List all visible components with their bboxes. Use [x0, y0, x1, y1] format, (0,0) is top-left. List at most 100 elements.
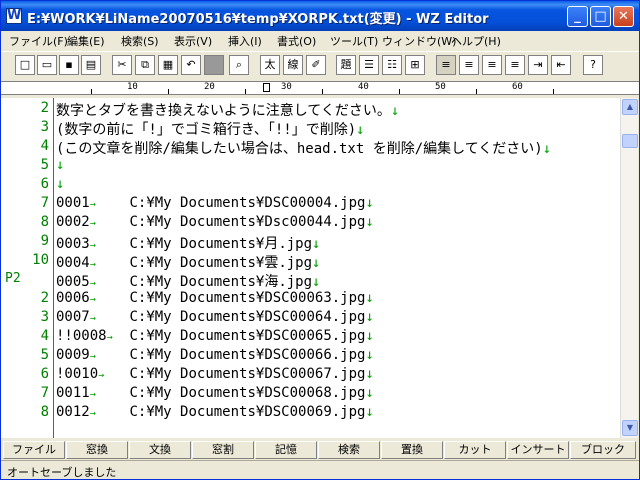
find-icon[interactable]: ⌕ [229, 55, 249, 75]
text-line[interactable]: 6 ↓ [1, 176, 620, 195]
menu-help[interactable]: ヘルプ(H) [451, 33, 501, 49]
ruler-label: 50 [435, 82, 446, 92]
line-content: (数字の前に「!」でゴミ箱行き、「!!」で削除)↓ [56, 119, 365, 139]
scroll-up-icon[interactable]: ▲ [622, 99, 638, 115]
justify-icon[interactable]: ≡ [505, 55, 525, 75]
heading-icon[interactable]: 題 [336, 55, 356, 75]
file-path: C:¥My Documents¥DSC00068.jpg [129, 385, 366, 401]
fkey-cut[interactable]: カット [444, 441, 506, 459]
copy-icon[interactable]: ⧉ [135, 55, 155, 75]
line-content: 0002→ C:¥My Documents¥Dsc00044.jpg↓ [56, 214, 374, 230]
fkey-window-switch[interactable]: 窓換 [66, 441, 128, 459]
text-line[interactable]: 5 0009→ C:¥My Documents¥DSC00066.jpg↓ [1, 347, 620, 366]
file-path: C:¥My Documents¥DSC00065.jpg [129, 328, 366, 344]
text-line[interactable]: 10 0004→ C:¥My Documents¥雲.jpg↓ [1, 252, 620, 271]
open-folder-icon[interactable]: ▭ [37, 55, 57, 75]
scroll-down-icon[interactable]: ▼ [622, 420, 638, 436]
title-bar[interactable]: W E:¥WORK¥LiName20070516¥temp¥XORPK.txt(… [1, 1, 639, 31]
fkey-split-window[interactable]: 窓割 [192, 441, 254, 459]
line-content: ↓ [56, 157, 64, 173]
linefeed-marker: ↓ [312, 255, 321, 271]
menu-search[interactable]: 検索(S) [121, 33, 159, 49]
line-content: 0011→ C:¥My Documents¥DSC00068.jpg↓ [56, 385, 374, 401]
paste-icon[interactable]: ▦ [158, 55, 178, 75]
menu-view[interactable]: 表示(V) [174, 33, 212, 49]
text-line[interactable]: 2 数字とタブを書き換えないように注意してください。↓ [1, 100, 620, 119]
text-editor[interactable]: 2 数字とタブを書き換えないように注意してください。↓ 3 (数字の前に「!」でゴミ箱… [1, 98, 620, 438]
menu-insert[interactable]: 挿入(I) [228, 33, 262, 49]
ruler-tick [553, 89, 554, 94]
text-line[interactable]: 3 0007→ C:¥My Documents¥DSC00064.jpg↓ [1, 309, 620, 328]
app-icon[interactable]: W [6, 8, 22, 24]
numbered-list-icon[interactable]: ☷ [382, 55, 402, 75]
text-line[interactable]: 8 0012→ C:¥My Documents¥DSC00069.jpg↓ [1, 404, 620, 423]
line-number: 2 [40, 290, 49, 306]
underline-icon[interactable]: 線 [283, 55, 303, 75]
align-right-icon[interactable]: ≡ [482, 55, 502, 75]
text-line[interactable]: 5 ↓ [1, 157, 620, 176]
text-line[interactable]: 4 (この文章を削除/編集したい場合は、head.txt を削除/編集してください… [1, 138, 620, 157]
line-text: 0002 [56, 214, 90, 230]
print-icon[interactable]: ▤ [81, 55, 101, 75]
undo-icon[interactable]: ↶ [181, 55, 201, 75]
line-text: 0009 [56, 347, 90, 363]
line-content: !!0008→ C:¥My Documents¥DSC00065.jpg↓ [56, 328, 374, 344]
editor-window: W E:¥WORK¥LiName20070516¥temp¥XORPK.txt(… [0, 0, 640, 480]
outdent-icon[interactable]: ⇤ [551, 55, 571, 75]
line-content: 数字とタブを書き換えないように注意してください。↓ [56, 100, 399, 120]
close-button[interactable]: ✕ [613, 6, 634, 27]
menu-file[interactable]: ファイル(F) [9, 33, 68, 49]
text-line[interactable]: 7 0011→ C:¥My Documents¥DSC00068.jpg↓ [1, 385, 620, 404]
line-number: 4 [40, 138, 49, 154]
function-key-bar: ファイル 窓換 文換 窓割 記憶 検索 置換 カット インサート ブロック [1, 440, 639, 460]
align-center-icon[interactable]: ≡ [459, 55, 479, 75]
menu-edit[interactable]: 編集(E) [67, 33, 105, 49]
line-content: (この文章を削除/編集したい場合は、head.txt を削除/編集してください)… [56, 138, 551, 158]
ruler[interactable]: 10 20 30 40 50 60 [1, 81, 639, 95]
align-left-icon[interactable]: ≡ [436, 55, 456, 75]
fkey-replace[interactable]: 置換 [381, 441, 443, 459]
linefeed-marker: ↓ [56, 176, 65, 192]
linefeed-marker: ↓ [365, 366, 374, 382]
linefeed-marker: ↓ [390, 103, 400, 119]
menu-format[interactable]: 書式(O) [277, 33, 316, 49]
stop-icon[interactable] [204, 55, 224, 75]
text-line[interactable]: 6 !0010→ C:¥My Documents¥DSC00067.jpg↓ [1, 366, 620, 385]
bullet-list-icon[interactable]: ☰ [359, 55, 379, 75]
text-line[interactable]: 8 0002→ C:¥My Documents¥Dsc00044.jpg↓ [1, 214, 620, 233]
ruler-label: 30 [281, 82, 292, 92]
minimize-button[interactable]: _ [567, 6, 588, 27]
new-file-icon[interactable]: □ [15, 55, 35, 75]
marker-icon[interactable]: ✐ [306, 55, 326, 75]
text-line[interactable]: 9 0003→ C:¥My Documents¥月.jpg↓ [1, 233, 620, 252]
fkey-document-switch[interactable]: 文換 [129, 441, 191, 459]
fkey-file[interactable]: ファイル [3, 441, 65, 459]
file-path: C:¥My Documents¥DSC00067.jpg [129, 366, 366, 382]
help-icon[interactable]: ? [583, 55, 603, 75]
scroll-thumb[interactable] [622, 134, 638, 148]
save-icon[interactable]: ▪ [59, 55, 79, 75]
text-line[interactable]: 7 0001→ C:¥My Documents¥DSC00004.jpg↓ [1, 195, 620, 214]
text-line[interactable]: 2 0006→ C:¥My Documents¥DSC00063.jpg↓ [1, 290, 620, 309]
ruler-cursor-marker [263, 83, 270, 92]
vertical-scrollbar[interactable]: ▲ ▼ [620, 98, 638, 438]
menu-window[interactable]: ウィンドウ(W) [382, 33, 456, 49]
bold-icon[interactable]: 太 [260, 55, 280, 75]
window-title: E:¥WORK¥LiName20070516¥temp¥XORPK.txt(変更… [27, 12, 489, 27]
maximize-button[interactable]: □ [590, 6, 611, 27]
text-line[interactable]: P2 0005→ C:¥My Documents¥海.jpg↓ [1, 271, 620, 290]
indent-icon[interactable]: ⇥ [528, 55, 548, 75]
file-path: C:¥My Documents¥海.jpg [129, 274, 313, 290]
fkey-insert[interactable]: インサート [507, 441, 569, 459]
menu-tools[interactable]: ツール(T) [330, 33, 378, 49]
fkey-search[interactable]: 検索 [318, 441, 380, 459]
file-path: C:¥My Documents¥Dsc00044.jpg [129, 214, 366, 230]
line-text: 0004 [56, 255, 90, 271]
text-line[interactable]: 3 (数字の前に「!」でゴミ箱行き、「!!」で削除)↓ [1, 119, 620, 138]
table-icon[interactable]: ⊞ [405, 55, 425, 75]
fkey-memory[interactable]: 記憶 [255, 441, 317, 459]
fkey-block[interactable]: ブロック [570, 441, 636, 459]
text-line[interactable]: 4 !!0008→ C:¥My Documents¥DSC00065.jpg↓ [1, 328, 620, 347]
linefeed-marker: ↓ [365, 347, 374, 363]
cut-icon[interactable]: ✂ [112, 55, 132, 75]
